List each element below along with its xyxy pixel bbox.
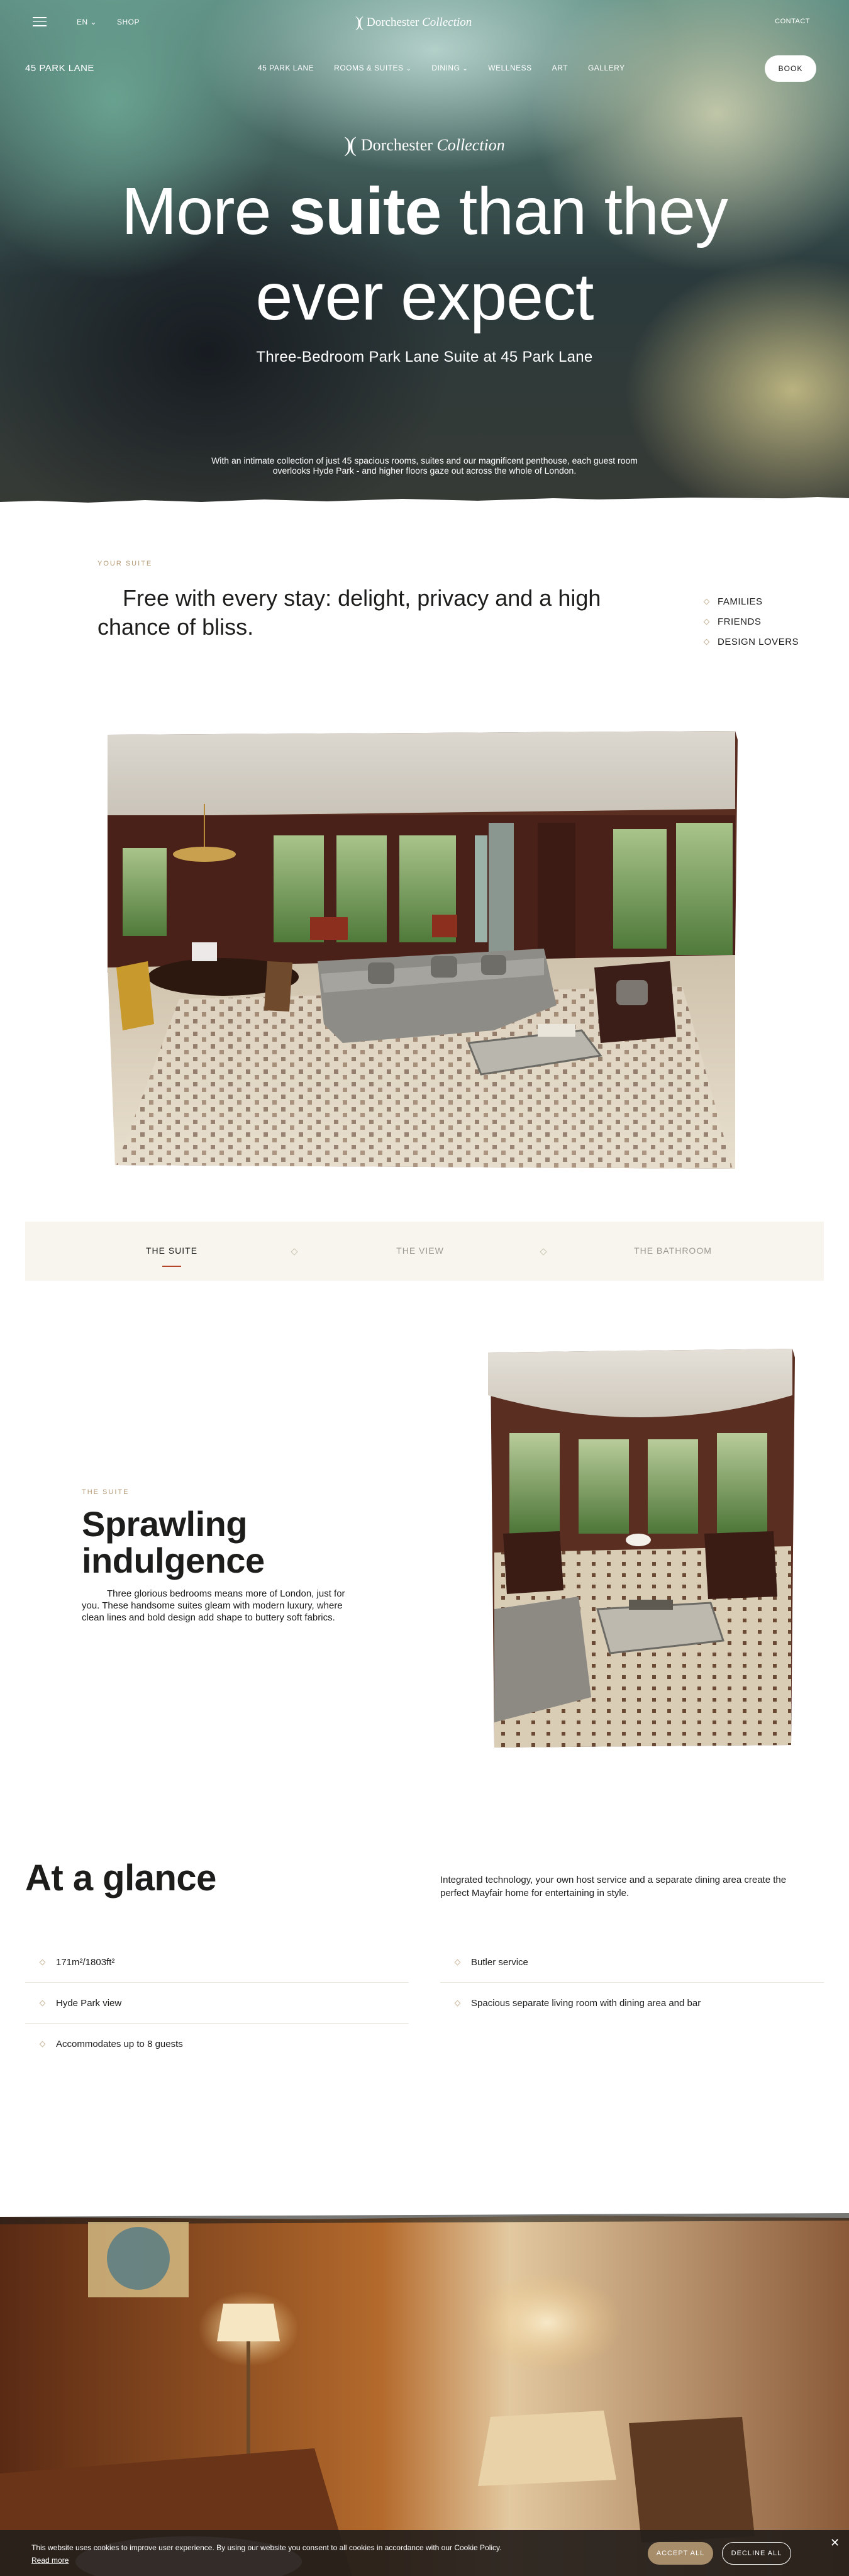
property-name[interactable]: 45 PARK LANE [25,63,94,74]
brand-logo[interactable]: )( Dorchester Collection [355,13,494,33]
diamond-bullet-icon [39,2000,46,2006]
language-selector[interactable]: EN ⌄ [77,18,97,26]
list-item: Spacious separate living room with dinin… [440,1983,824,2024]
nav-item-rooms-suites[interactable]: ROOMS & SUITES ⌄ [334,64,411,72]
language-label: EN [77,18,88,26]
tag-families: FAMILIES [703,591,818,611]
audience-tags: FAMILIES FRIENDS DESIGN LOVERS [703,591,818,652]
chevron-down-icon: ⌄ [406,65,412,72]
book-button[interactable]: BOOK [765,55,816,82]
diamond-bullet-icon [703,618,710,625]
nav-menu: 45 PARK LANE ROOMS & SUITES ⌄ DINING ⌄ WEL… [258,64,625,72]
hero-section: EN ⌄ SHOP )( Dorchester Collection CONTA… [0,0,849,503]
list-item: Butler service [440,1942,824,1983]
hero-brand-logo: )( Dorchester Collection [330,132,519,159]
suite-eyebrow: THE SUITE [82,1488,130,1496]
nav-item-wellness[interactable]: WELLNESS [488,64,531,72]
tab-the-bathroom[interactable]: THE BATHROOM [610,1246,736,1256]
list-item: Hyde Park view [25,1983,409,2024]
shop-link[interactable]: SHOP [117,18,140,26]
glance-title: At a glance [25,1858,216,1899]
suite-title: Sprawling indulgence [82,1504,265,1580]
close-icon[interactable]: ✕ [830,2536,840,2550]
diamond-separator-icon [540,1248,547,1256]
diamond-bullet-icon [39,2041,46,2048]
nav-item-45-park-lane[interactable]: 45 PARK LANE [258,64,314,72]
restaurant-interior-photo [0,2209,849,2576]
diamond-bullet-icon [703,598,710,605]
diamond-bullet-icon [454,1959,461,1965]
diamond-separator-icon [291,1248,298,1256]
dorchester-mark-icon: )( [355,14,363,31]
accept-all-button[interactable]: ACCEPT ALL [648,2542,713,2565]
nav-item-dining[interactable]: DINING ⌄ [431,64,468,72]
suite-living-room-photo [104,728,745,1174]
torn-paper-edge [0,497,849,503]
list-item: 171m²/1803ft² [25,1942,409,1983]
diamond-bullet-icon [703,638,710,645]
active-tab-indicator [162,1266,181,1267]
tag-friends: FRIENDS [703,611,818,632]
tab-the-suite[interactable]: THE SUITE [109,1246,235,1256]
dorchester-mark-icon: )( [344,133,357,157]
tab-the-view[interactable]: THE VIEW [357,1246,483,1256]
read-more-link[interactable]: Read more [31,2554,535,2567]
list-item: Accommodates up to 8 guests [25,2024,409,2065]
top-bar: EN ⌄ SHOP )( Dorchester Collection CONTA… [0,0,849,45]
tag-design-lovers: DESIGN LOVERS [703,632,818,652]
chevron-down-icon: ⌄ [462,65,469,72]
suite-sitting-area-photo [484,1345,799,1755]
cookie-text: This website uses cookies to improve use… [31,2541,535,2567]
hero-body-text: With an intimate collection of just 45 s… [211,455,638,476]
diamond-bullet-icon [454,2000,461,2007]
decline-all-button[interactable]: DECLINE ALL [722,2542,791,2565]
diamond-bullet-icon [39,1959,46,1965]
nav-item-art[interactable]: ART [552,64,568,72]
contact-link[interactable]: CONTACT [775,18,810,25]
glance-list-left: 171m²/1803ft² Hyde Park view Accommodate… [25,1942,409,2065]
brand-name: Dorchester Collection [366,16,472,29]
hamburger-menu-icon[interactable] [33,17,47,27]
hero-title: More suite than they ever expect [121,174,728,334]
cookie-banner: This website uses cookies to improve use… [0,2530,849,2576]
property-nav: 45 PARK LANE 45 PARK LANE ROOMS & SUITES… [0,55,849,83]
hero-subtitle: Three-Bedroom Park Lane Suite at 45 Park… [256,348,593,365]
suite-body-text: Three glorious bedrooms means more of Lo… [82,1588,345,1623]
intro-headline: Free with every stay: delight, privacy a… [97,585,601,640]
nav-item-gallery[interactable]: GALLERY [588,64,625,72]
chevron-down-icon: ⌄ [90,18,97,26]
intro-eyebrow: YOUR SUITE [97,560,153,567]
suite-tabs: THE SUITE THE VIEW THE BATHROOM [25,1222,824,1281]
glance-list-right: Butler service Spacious separate living … [440,1942,824,2024]
hero-brand-name: Dorchester Collection [360,136,505,154]
glance-description: Integrated technology, your own host ser… [440,1875,787,1899]
